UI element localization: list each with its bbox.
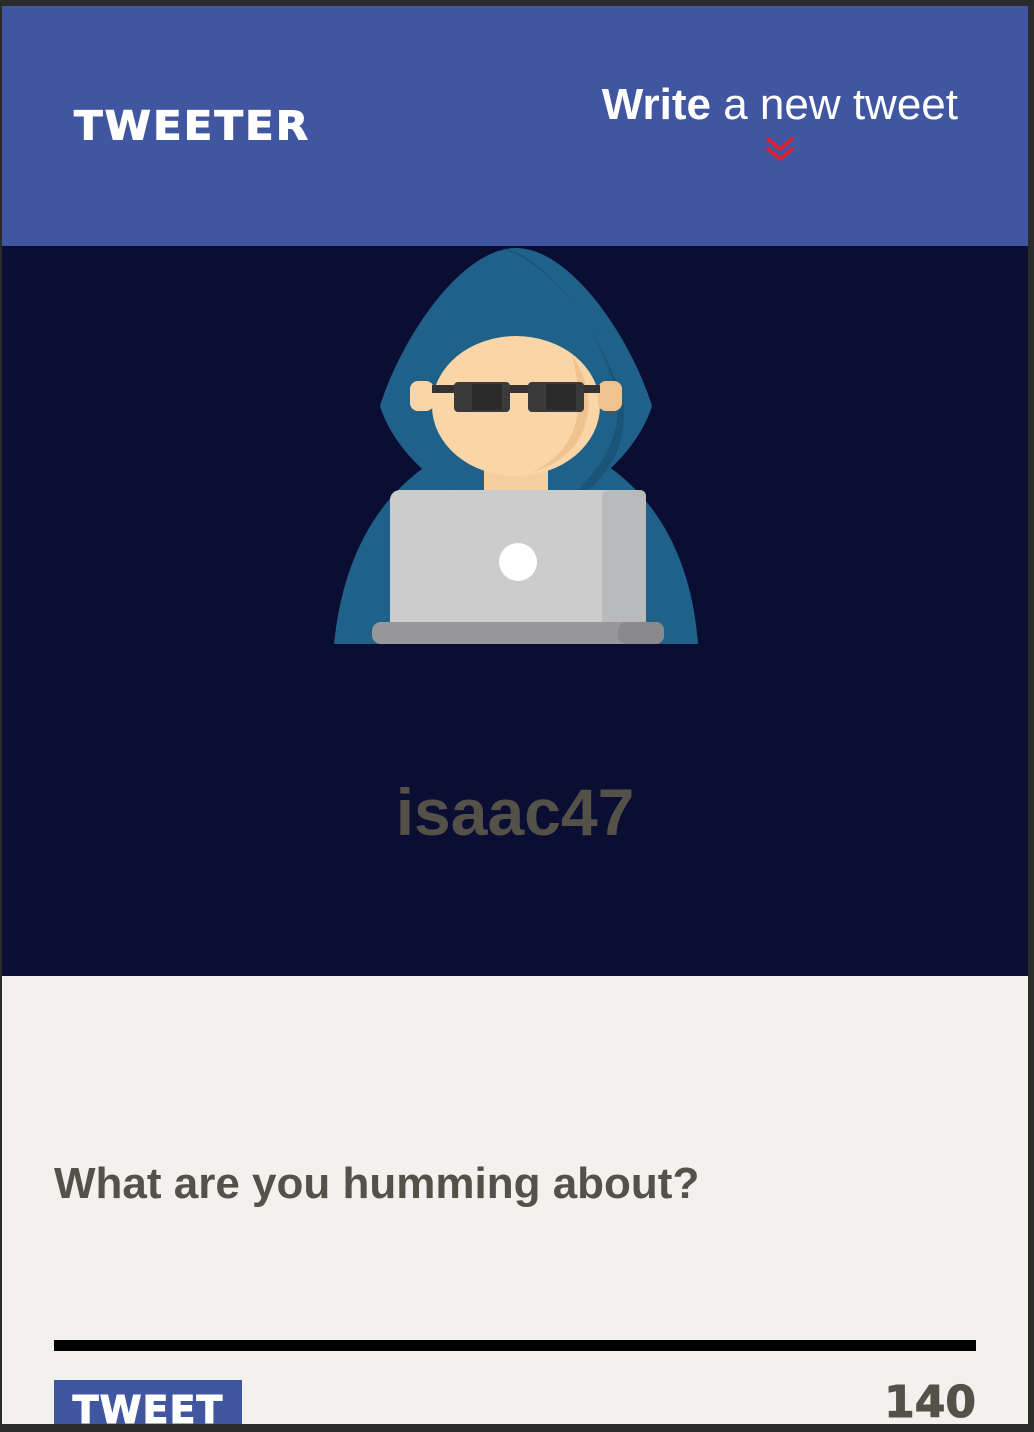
write-label-rest: a new tweet: [723, 80, 958, 129]
chevron-double-down-icon[interactable]: [765, 136, 795, 164]
profile-banner: isaac47: [2, 246, 1028, 976]
write-new-tweet-toggle[interactable]: Write a new tweet: [602, 80, 958, 164]
tweet-text-input[interactable]: [54, 1156, 976, 1246]
write-new-tweet-label: Write a new tweet: [602, 80, 958, 130]
hacker-avatar-icon: [334, 248, 698, 644]
character-counter: 140: [884, 1377, 977, 1424]
profile-username: isaac47: [395, 775, 635, 849]
app-frame: TWEETER Write a new tweet isaac47 What a…: [2, 6, 1028, 1424]
tweet-input-underline: [54, 1340, 976, 1351]
compose-tweet-section: TWEET 140: [2, 976, 1028, 1424]
tweet-submit-button[interactable]: TWEET: [54, 1380, 242, 1424]
write-label-strong: Write: [601, 80, 711, 129]
top-navigation: TWEETER Write a new tweet: [2, 6, 1028, 246]
brand-logo[interactable]: TWEETER: [73, 102, 310, 149]
